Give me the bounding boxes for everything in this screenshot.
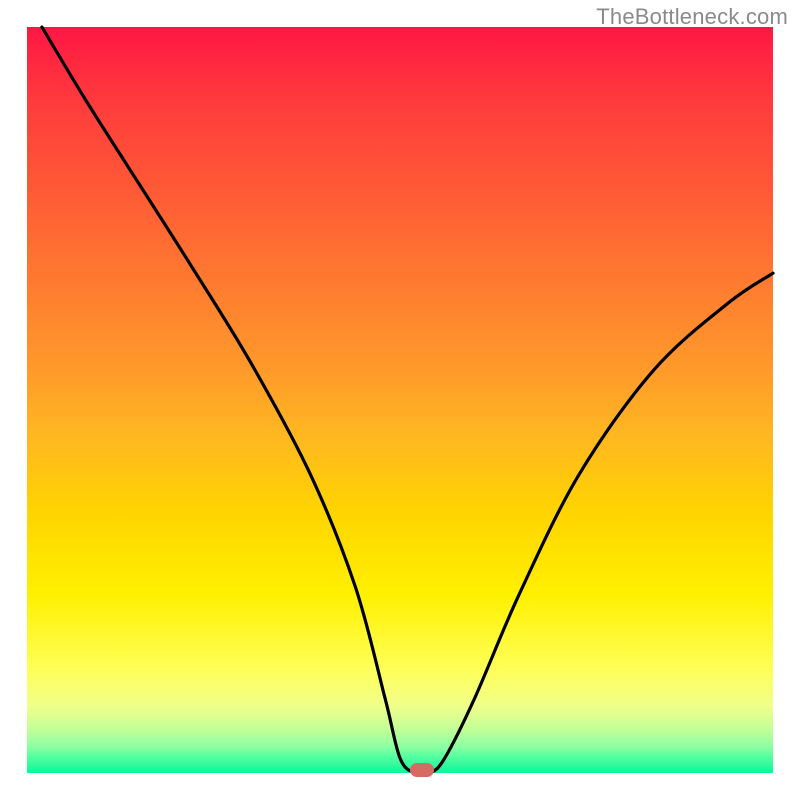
chart-container: TheBottleneck.com — [0, 0, 800, 800]
curve-svg — [27, 27, 773, 773]
plot-area — [27, 27, 773, 773]
optimal-point-marker — [410, 763, 434, 777]
watermark-text: TheBottleneck.com — [596, 4, 788, 30]
bottleneck-curve-path — [42, 27, 773, 775]
